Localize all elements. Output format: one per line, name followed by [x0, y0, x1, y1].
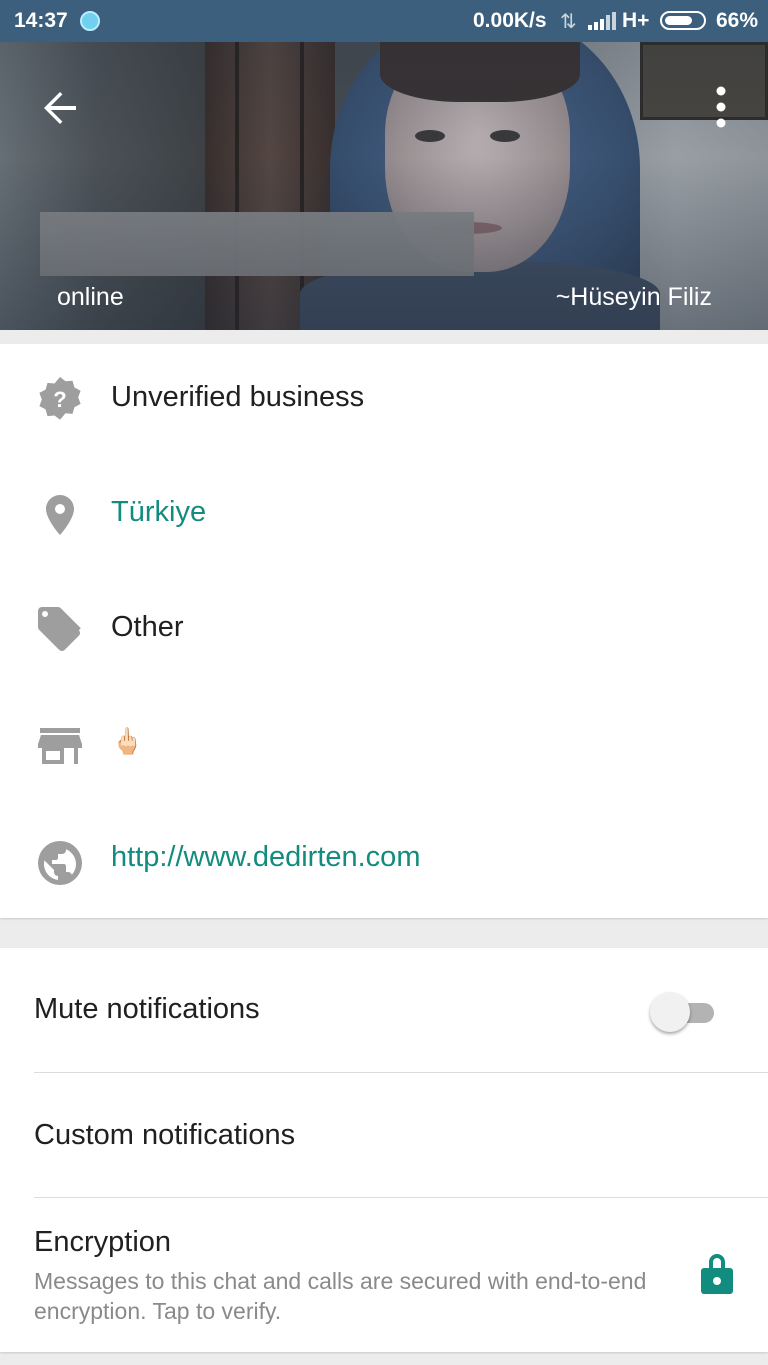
business-location-row[interactable]: Türkiye: [0, 459, 768, 574]
contact-name-redacted: [40, 212, 474, 276]
profile-header: online ~Hüseyin Filiz: [0, 42, 768, 330]
battery-icon: [660, 11, 706, 30]
encryption-description: Messages to this chat and calls are secu…: [34, 1268, 647, 1324]
custom-notifications-row[interactable]: Custom notifications: [0, 1073, 768, 1197]
lock-icon: [701, 1254, 733, 1294]
business-website-row[interactable]: http://www.dedirten.com: [0, 804, 768, 919]
net-speed: 0.00K/s: [473, 9, 547, 32]
business-info-card: ? Unverified business Türkiye Other 🖕🏻 h…: [0, 344, 768, 918]
battery-percent: 66%: [716, 9, 759, 32]
mute-notifications-row[interactable]: Mute notifications: [0, 948, 768, 1072]
encryption-label: Encryption: [34, 1226, 172, 1258]
business-description: 🖕🏻: [111, 726, 144, 756]
tag-icon: [38, 607, 81, 651]
signal-icon: [588, 12, 616, 30]
business-description-row: 🖕🏻: [0, 689, 768, 804]
mute-notifications-toggle[interactable]: [648, 990, 720, 1034]
network-type: H+: [622, 9, 650, 32]
contact-status: online: [57, 283, 124, 311]
status-time: 14:37: [14, 9, 68, 32]
globe-icon: [38, 841, 82, 885]
business-location-link[interactable]: Türkiye: [111, 496, 206, 529]
custom-notifications-label: Custom notifications: [34, 1119, 296, 1151]
business-website-link[interactable]: http://www.dedirten.com: [111, 841, 420, 874]
business-verification-label: Unverified business: [111, 381, 365, 413]
business-verification-row[interactable]: ? Unverified business: [0, 344, 768, 459]
contact-push-name: ~Hüseyin Filiz: [555, 283, 712, 311]
location-pin-icon: [46, 495, 74, 535]
store-icon: [38, 728, 82, 764]
status-bar: 14:37 0.00K/s ⇅ H+ 66%: [0, 0, 768, 42]
mute-notifications-label: Mute notifications: [34, 993, 260, 1025]
business-category-label: Other: [111, 611, 184, 643]
more-vert-icon[interactable]: [704, 82, 738, 132]
data-activity-icon: ⇅: [560, 11, 577, 33]
unverified-badge-icon: ?: [39, 377, 81, 420]
notification-app-icon: [80, 11, 100, 31]
svg-text:?: ?: [53, 387, 66, 412]
arrow-back-icon[interactable]: [36, 84, 84, 132]
business-category-row: Other: [0, 574, 768, 689]
